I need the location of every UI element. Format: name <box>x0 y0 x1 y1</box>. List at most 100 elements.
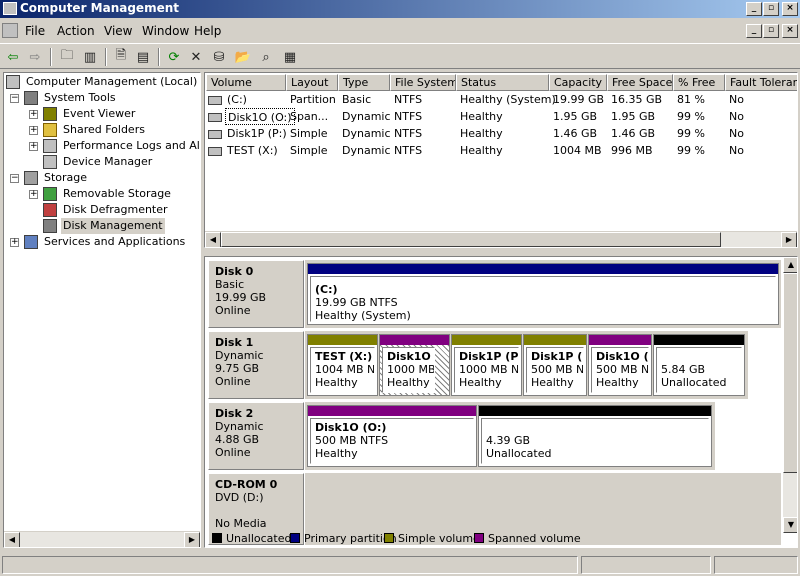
search-icon[interactable]: ⌕ <box>257 48 275 66</box>
scroll-up-button[interactable]: ▲ <box>783 257 797 273</box>
disk-1-unallocated[interactable]: 5.84 GB Unallocated <box>653 334 745 396</box>
console-tree[interactable]: Computer Management (Local) − System Too… <box>3 72 201 548</box>
cell-status: Healthy <box>460 110 503 123</box>
partition-size: 500 MB NT <box>531 363 584 376</box>
cell-status: Healthy <box>460 127 503 140</box>
volume-list[interactable]: Volume Layout Type File System Status Ca… <box>204 72 798 248</box>
cell-status: Healthy (System) <box>460 93 556 106</box>
column-header-layout[interactable]: Layout <box>286 74 338 91</box>
column-header-free-space[interactable]: Free Space <box>607 74 673 91</box>
tree-label: Services and Applications <box>44 235 186 248</box>
column-header-status[interactable]: Status <box>456 74 549 91</box>
disk-view-vertical-scrollbar[interactable]: ▲ ▼ <box>783 257 797 533</box>
menu-file[interactable]: File <box>25 24 45 38</box>
column-header-file-system[interactable]: File System <box>390 74 456 91</box>
column-header-volume[interactable]: Volume <box>206 74 286 91</box>
disk-1-label[interactable]: Disk 1 Dynamic 9.75 GB Online <box>208 331 304 399</box>
column-header-percent-free[interactable]: % Free <box>673 74 725 91</box>
expand-services-apps[interactable]: + <box>10 238 19 247</box>
menu-help[interactable]: Help <box>194 24 221 38</box>
partition-c[interactable]: (C:) 19.99 GB NTFS Healthy (System) <box>307 263 779 325</box>
partition-status: Healthy <box>315 376 358 389</box>
mmc-document-icon[interactable] <box>2 23 18 38</box>
tree-root-label: Computer Management (Local) <box>26 75 198 88</box>
expand-performance-logs[interactable]: + <box>29 142 38 151</box>
partition-body: Disk1P (P 1000 MB NT Healthy <box>454 347 519 393</box>
minimize-button[interactable]: _ <box>746 2 762 16</box>
properties-icon[interactable]: 🗎 <box>112 48 130 66</box>
cell-file-system: NTFS <box>394 93 423 106</box>
cell-volume: (C:) <box>227 93 247 106</box>
tree-label: Storage <box>44 171 88 184</box>
tree-horizontal-scrollbar[interactable]: ◀ ▶ <box>4 531 200 547</box>
column-header-fault-tolerance[interactable]: Fault Tolerance <box>725 74 797 91</box>
partition-status: Healthy (System) <box>315 309 411 322</box>
scrollbar-thumb[interactable] <box>221 232 721 247</box>
tree-label: Device Manager <box>63 155 153 168</box>
scroll-right-button[interactable]: ▶ <box>184 532 200 547</box>
cell-percent-free: 99 % <box>677 144 705 157</box>
child-restore-button[interactable]: ▫ <box>763 24 779 38</box>
disk-0-label[interactable]: Disk 0 Basic 19.99 GB Online <box>208 260 304 328</box>
expand-removable-storage[interactable]: + <box>29 190 38 199</box>
menu-action[interactable]: Action <box>57 24 95 38</box>
scroll-left-button[interactable]: ◀ <box>205 232 221 247</box>
scrollbar-thumb[interactable] <box>783 273 797 473</box>
partition-body: (C:) 19.99 GB NTFS Healthy (System) <box>310 276 776 322</box>
partition-test-x[interactable]: TEST (X:) 1004 MB NT Healthy <box>307 334 378 396</box>
forward-icon[interactable]: ⇨ <box>26 48 44 66</box>
close-button[interactable]: × <box>782 2 798 16</box>
partition-disk1p-p-1[interactable]: Disk1P (P 1000 MB NT Healthy <box>451 334 522 396</box>
expand-event-viewer[interactable]: + <box>29 110 38 119</box>
partition-status: Healthy <box>387 376 430 389</box>
disk-graphical-view[interactable]: Disk 0 Basic 19.99 GB Online (C:) 19.99 … <box>204 256 798 548</box>
disk-2-state: Online <box>215 446 251 459</box>
export-icon[interactable]: ▤ <box>134 48 152 66</box>
collapse-storage[interactable]: − <box>10 174 19 183</box>
delete-icon[interactable]: ✕ <box>187 48 205 66</box>
toolbar-separator <box>50 48 52 66</box>
volume-list-horizontal-scrollbar[interactable]: ◀ ▶ <box>205 231 797 247</box>
open-icon[interactable]: 📂 <box>234 48 252 66</box>
cell-file-system: NTFS <box>394 110 423 123</box>
refresh-icon[interactable]: ⟳ <box>165 48 183 66</box>
scroll-left-button[interactable]: ◀ <box>4 532 20 547</box>
legend-unallocated: Unallocated <box>212 533 291 545</box>
partition-disk1o-o-1[interactable]: Disk1O (O 1000 MB NT Healthy <box>379 334 450 396</box>
partition-disk1o-o-2[interactable]: Disk1O ( 500 MB NT Healthy <box>588 334 652 396</box>
column-header-type[interactable]: Type <box>338 74 390 91</box>
partition-disk1o-o-3[interactable]: Disk1O (O:) 500 MB NTFS Healthy <box>307 405 477 467</box>
column-header-capacity[interactable]: Capacity <box>549 74 607 91</box>
expand-shared-folders[interactable]: + <box>29 126 38 135</box>
maximize-button[interactable]: ▫ <box>763 2 779 16</box>
cell-layout: Partition <box>290 93 336 106</box>
details-pane: Volume Layout Type File System Status Ca… <box>204 72 800 548</box>
unallocated-bar <box>654 335 744 345</box>
simple-volume-bar <box>524 335 586 345</box>
legend-simple-volume: Simple volume <box>384 533 480 545</box>
show-tree-icon[interactable]: ▥ <box>81 48 99 66</box>
up-folder-icon[interactable]: 🗀 <box>58 48 76 66</box>
collapse-system-tools[interactable]: − <box>10 94 19 103</box>
disk-2-unallocated[interactable]: 4.39 GB Unallocated <box>478 405 712 467</box>
partition-size: 5.84 GB <box>661 363 706 376</box>
back-icon[interactable]: ⇦ <box>4 48 22 66</box>
disk-2-label[interactable]: Disk 2 Dynamic 4.88 GB Online <box>208 402 304 470</box>
simple-volume-bar <box>308 335 377 345</box>
disk-properties-icon[interactable]: ⛁ <box>210 48 228 66</box>
child-close-button[interactable]: × <box>782 24 798 38</box>
cdrom-0-name: CD-ROM 0 <box>215 478 278 491</box>
scroll-right-button[interactable]: ▶ <box>781 232 797 247</box>
menu-window[interactable]: Window <box>142 24 189 38</box>
menu-view[interactable]: View <box>104 24 132 38</box>
removable-storage-icon <box>43 187 57 201</box>
child-minimize-button[interactable]: _ <box>746 24 762 38</box>
status-panel-3 <box>714 556 798 574</box>
tree-label: Disk Management <box>61 218 165 234</box>
partition-disk1p-p-2[interactable]: Disk1P ( 500 MB NT Healthy <box>523 334 587 396</box>
partition-body: Disk1O (O 1000 MB NT Healthy <box>382 347 435 393</box>
help-icon[interactable]: ▦ <box>281 48 299 66</box>
partition-size: 1000 MB NT <box>459 363 519 376</box>
cell-fault-tolerance: No <box>729 110 744 123</box>
partition-status: Healthy <box>531 376 574 389</box>
